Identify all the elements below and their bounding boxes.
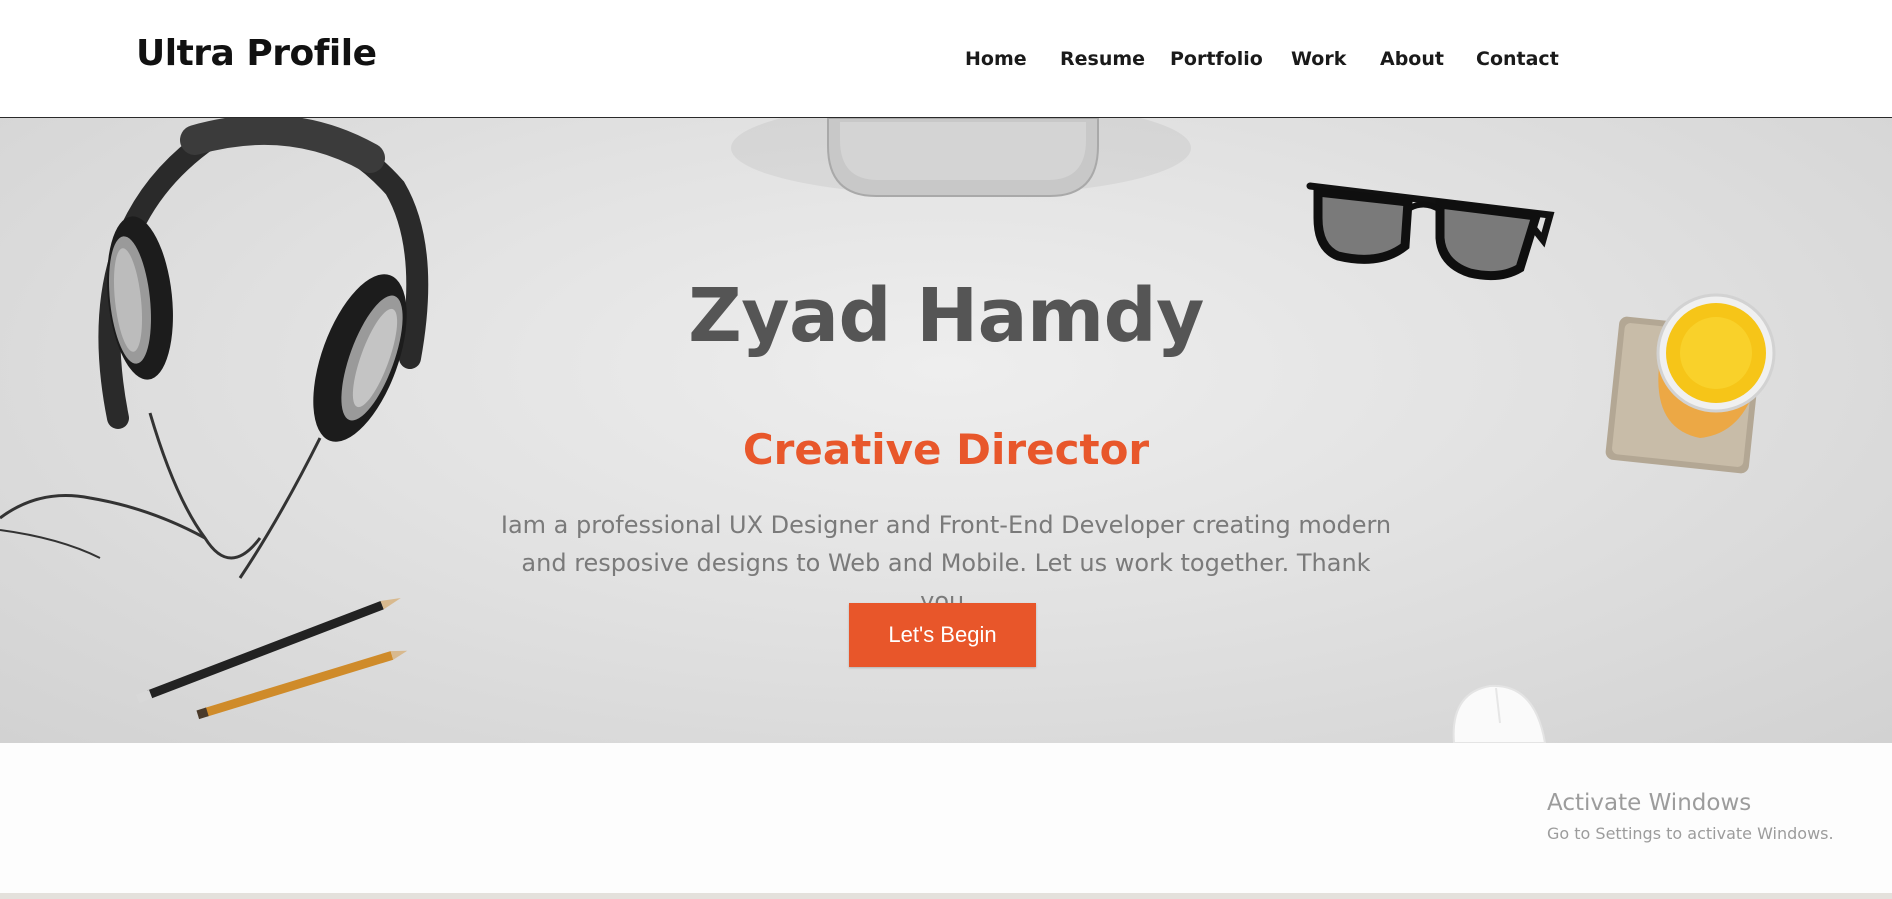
pencils-image	[135, 597, 408, 720]
lets-begin-button[interactable]: Let's Begin	[849, 603, 1036, 667]
nav-contact[interactable]: Contact	[1476, 48, 1559, 70]
nav-portfolio[interactable]: Portfolio	[1170, 48, 1263, 70]
nav-resume[interactable]: Resume	[1060, 48, 1145, 70]
site-logo[interactable]: Ultra Profile	[136, 33, 377, 74]
hero-section: Zyad Hamdy Creative Director Iam a profe…	[0, 118, 1892, 743]
monitor-stand-image	[731, 118, 1191, 197]
watermark-title: Activate Windows	[1547, 790, 1752, 816]
next-section-edge	[0, 893, 1892, 899]
nav-work[interactable]: Work	[1291, 48, 1346, 70]
hero-role: Creative Director	[742, 425, 1150, 474]
site-header: Ultra Profile Home Resume Portfolio Work…	[0, 0, 1892, 118]
nav-home[interactable]: Home	[965, 48, 1027, 70]
watermark-subtitle: Go to Settings to activate Windows.	[1547, 824, 1834, 843]
activate-windows-watermark: Activate Windows Go to Settings to activ…	[1547, 790, 1834, 843]
hero-name: Zyad Hamdy	[688, 273, 1204, 359]
glasses-image	[1306, 182, 1555, 281]
mouse-image	[1452, 684, 1547, 743]
nav-about[interactable]: About	[1380, 48, 1444, 70]
